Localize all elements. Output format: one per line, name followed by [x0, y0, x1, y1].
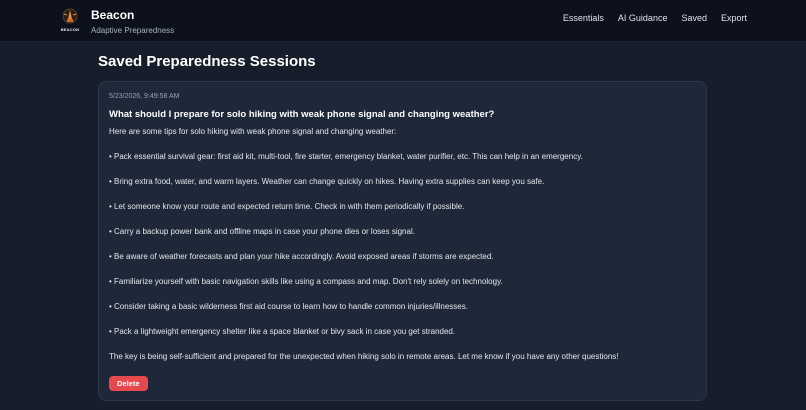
beacon-logo-icon: BEACON: [61, 8, 79, 34]
brand[interactable]: BEACON Beacon Adaptive Preparedness: [61, 8, 174, 35]
answer-tip: • Carry a backup power bank and offline …: [109, 227, 415, 236]
answer-tip: • Pack essential survival gear: first ai…: [109, 152, 583, 161]
answer-intro: Here are some tips for solo hiking with …: [109, 127, 397, 136]
session-answer: Here are some tips for solo hiking with …: [109, 127, 696, 362]
answer-tip: • Bring extra food, water, and warm laye…: [109, 177, 545, 186]
answer-tip: • Be aware of weather forecasts and plan…: [109, 252, 494, 261]
answer-tip: • Familiarize yourself with basic naviga…: [109, 277, 503, 286]
main-nav: Essentials AI Guidance Saved Export: [549, 13, 747, 23]
answer-tip: • Pack a lightweight emergency shelter l…: [109, 327, 456, 336]
nav-ai-guidance[interactable]: AI Guidance: [618, 13, 668, 23]
session-question: What should I prepare for solo hiking wi…: [109, 109, 495, 120]
session-timestamp: 5/23/2026, 9:49:58 AM: [109, 93, 180, 100]
top-navbar: BEACON Beacon Adaptive Preparedness Esse…: [0, 0, 806, 42]
logo-wordmark: BEACON: [60, 27, 80, 32]
nav-export[interactable]: Export: [721, 13, 747, 23]
answer-conclusion: The key is being self-sufficient and pre…: [109, 352, 619, 361]
app-title: Beacon: [91, 8, 135, 22]
app-subtitle: Adaptive Preparedness: [91, 26, 175, 35]
answer-tip: • Consider taking a basic wilderness fir…: [109, 302, 468, 311]
saved-session-card: 5/23/2026, 9:49:58 AM What should I prep…: [98, 81, 707, 401]
answer-tip: • Let someone know your route and expect…: [109, 202, 465, 211]
delete-button[interactable]: Delete: [109, 376, 148, 391]
page-title: Saved Preparedness Sessions: [98, 53, 316, 70]
nav-essentials[interactable]: Essentials: [563, 13, 604, 23]
nav-saved[interactable]: Saved: [681, 13, 707, 23]
